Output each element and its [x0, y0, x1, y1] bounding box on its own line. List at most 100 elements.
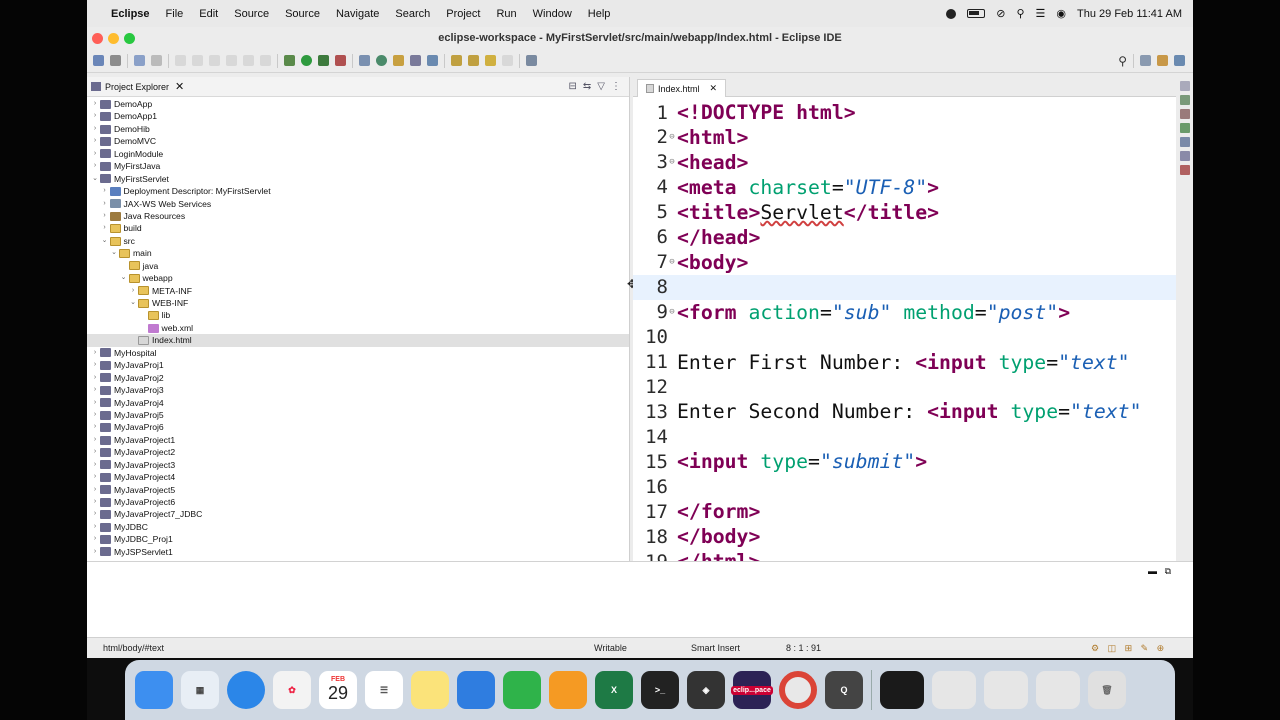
close-view-icon[interactable]: ✕ — [175, 80, 184, 93]
java-perspective-icon[interactable] — [1174, 55, 1185, 66]
menu-help[interactable]: Help — [580, 8, 619, 20]
link-with-editor-icon[interactable]: ⇆ — [583, 81, 591, 92]
tree-item[interactable]: › Java Resources — [87, 210, 629, 222]
tree-item[interactable]: › META-INF — [87, 285, 629, 297]
tree-item[interactable]: › MyJDBC — [87, 521, 629, 533]
trash-icon[interactable]: 🗑 — [1088, 671, 1126, 709]
expand-arrow-icon[interactable]: › — [90, 347, 100, 359]
minimized-window-3[interactable] — [984, 671, 1028, 709]
close-window-button[interactable] — [92, 33, 103, 44]
tree-item[interactable]: ⌄ webapp — [87, 272, 629, 284]
outline-icon[interactable] — [1179, 95, 1190, 105]
save-icon[interactable] — [110, 55, 121, 66]
tree-item[interactable]: Index.html — [87, 334, 629, 347]
chrome-icon[interactable] — [779, 671, 817, 709]
fold-toggle-icon[interactable]: ⊖ — [668, 132, 676, 142]
excel-icon[interactable]: X — [595, 671, 633, 709]
code-line[interactable]: 16 — [633, 474, 1176, 499]
collapse-arrow-icon[interactable]: ⌄ — [128, 297, 138, 309]
code-line[interactable]: 3 ⊖ <head> — [633, 150, 1176, 175]
menu-project[interactable]: Project — [438, 8, 488, 20]
open-task-icon[interactable] — [410, 55, 421, 66]
expand-arrow-icon[interactable]: › — [90, 98, 100, 110]
menu-search[interactable]: Search — [387, 8, 438, 20]
expand-arrow-icon[interactable]: › — [100, 210, 110, 222]
battery-icon[interactable] — [967, 9, 986, 18]
finder-icon[interactable] — [135, 671, 173, 709]
skip-breakpoints-icon[interactable] — [151, 55, 162, 66]
tree-item[interactable]: › MyJavaProj6 — [87, 421, 629, 433]
menu-run[interactable]: Run — [488, 8, 524, 20]
menu-window[interactable]: Window — [525, 8, 580, 20]
expand-arrow-icon[interactable]: › — [90, 110, 100, 122]
expand-arrow-icon[interactable]: › — [90, 459, 100, 471]
code-line[interactable]: 4 <meta charset="UTF-8"> — [633, 175, 1176, 200]
expand-arrow-icon[interactable]: › — [90, 484, 100, 496]
code-line[interactable]: 14 — [633, 424, 1176, 449]
quicktime-icon[interactable]: Q — [825, 671, 863, 709]
problems-icon[interactable] — [1179, 165, 1190, 175]
suspend-icon[interactable] — [192, 55, 203, 66]
menu-source[interactable]: Source — [226, 8, 277, 20]
expand-arrow-icon[interactable]: › — [90, 434, 100, 446]
collapse-all-icon[interactable]: ⊟ — [569, 81, 577, 92]
tree-item[interactable]: › MyFirstJava — [87, 160, 629, 172]
tree-item[interactable]: › MyJavaProj1 — [87, 359, 629, 371]
code-line[interactable]: 7 ⊖ <body> — [633, 250, 1176, 275]
run-icon[interactable] — [301, 55, 312, 66]
back-icon[interactable] — [485, 55, 496, 66]
forward-icon[interactable] — [502, 55, 513, 66]
console-icon[interactable] — [1179, 137, 1190, 147]
minimize-panel-icon[interactable]: ▬ — [1148, 566, 1157, 576]
tree-item[interactable]: › MyJavaProject7_JDBC — [87, 508, 629, 520]
collapse-arrow-icon[interactable]: ⌄ — [109, 247, 119, 259]
expand-arrow-icon[interactable]: › — [90, 521, 100, 533]
menu-file[interactable]: File — [158, 8, 192, 20]
reminders-icon[interactable]: ☰ — [365, 671, 403, 709]
unity-icon[interactable]: ◈ — [687, 671, 725, 709]
expand-arrow-icon[interactable]: › — [100, 198, 110, 210]
tree-item[interactable]: › DemoApp1 — [87, 110, 629, 122]
print-icon[interactable] — [134, 55, 145, 66]
restore-icon[interactable] — [1179, 81, 1190, 91]
fold-toggle-icon[interactable]: ⊖ — [668, 157, 676, 167]
code-line[interactable]: 15 <input type="submit"> — [633, 449, 1176, 474]
code-line[interactable]: 10 — [633, 325, 1176, 350]
minimized-window-1[interactable] — [880, 671, 924, 709]
tree-item[interactable]: › MyJavaProj3 — [87, 384, 629, 396]
filter-icon[interactable]: ▽ — [597, 81, 605, 92]
menu-edit[interactable]: Edit — [191, 8, 226, 20]
pin-editor-icon[interactable] — [526, 55, 537, 66]
tree-item[interactable]: › MyJavaProj5 — [87, 409, 629, 421]
collapse-arrow-icon[interactable]: ⌄ — [100, 235, 110, 247]
tree-item[interactable]: › MyJavaProject5 — [87, 484, 629, 496]
expand-arrow-icon[interactable]: › — [128, 285, 138, 297]
tree-item[interactable]: › Deployment Descriptor: MyFirstServlet — [87, 185, 629, 197]
step-into-icon[interactable] — [226, 55, 237, 66]
minimized-window-2[interactable] — [932, 671, 976, 709]
wifi-off-icon[interactable]: ⊘ — [996, 7, 1005, 20]
control-center-icon[interactable]: ☰ — [1036, 7, 1046, 20]
project-explorer-title[interactable]: Project Explorer — [105, 82, 169, 92]
code-line[interactable]: 9 ⊖ <form action="sub" method="post"> — [633, 300, 1176, 325]
maximize-panel-icon[interactable]: ⧉ — [1165, 566, 1171, 577]
tree-item[interactable]: › MyJavaProject4 — [87, 471, 629, 483]
terminal-icon[interactable]: >_ — [641, 671, 679, 709]
tree-item[interactable]: › LoginModule — [87, 148, 629, 160]
code-line[interactable]: 1 <!DOCTYPE html> — [633, 100, 1176, 125]
code-line[interactable]: 5 <title>Servlet</title> — [633, 200, 1176, 225]
tree-item[interactable]: › MyJavaProj4 — [87, 397, 629, 409]
tree-item[interactable]: › MyJSPServlet1 — [87, 546, 629, 558]
clock[interactable]: Thu 29 Feb 11:41 AM — [1077, 8, 1182, 20]
expand-arrow-icon[interactable]: › — [90, 471, 100, 483]
eclipse-icon[interactable]: eclip...pace — [731, 671, 773, 709]
code-line[interactable]: 2 ⊖ <html> — [633, 125, 1176, 150]
expand-arrow-icon[interactable]: › — [100, 222, 110, 234]
keynote-icon[interactable] — [457, 671, 495, 709]
expand-arrow-icon[interactable]: › — [90, 397, 100, 409]
siri-icon[interactable]: ◉ — [1056, 7, 1066, 20]
tree-item[interactable]: › MyHospital — [87, 347, 629, 359]
code-line[interactable]: 17 </form> — [633, 499, 1176, 524]
tab-index-html[interactable]: Index.html ✕ — [637, 79, 727, 97]
search-toolbar-icon[interactable] — [427, 55, 438, 66]
